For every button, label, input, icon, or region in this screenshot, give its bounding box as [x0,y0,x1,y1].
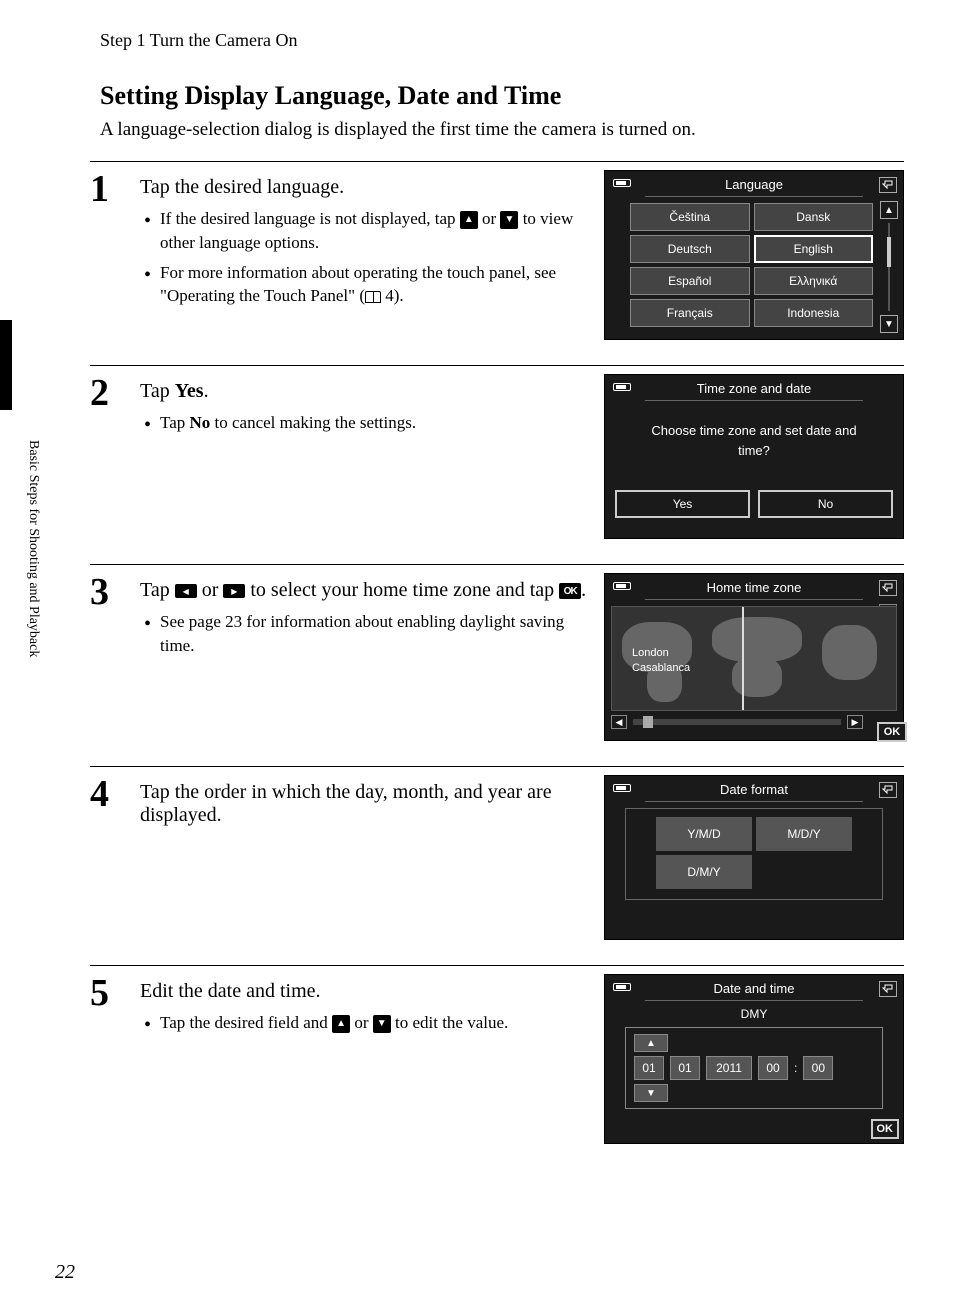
step-3: 3 Tap or to select your home time zone a… [90,564,904,741]
book-icon [365,291,381,303]
date-format-option[interactable]: D/M/Y [656,855,752,889]
screen-title: Date and time [714,981,795,996]
ok-icon [559,583,581,599]
step-5: 5 Edit the date and time. Tap the desire… [90,965,904,1144]
year-field[interactable]: 2011 [706,1056,752,1080]
day-field[interactable]: 01 [634,1056,664,1080]
minute-field[interactable]: 00 [803,1056,833,1080]
screen-title: Time zone and date [697,381,811,396]
step-number: 3 [90,573,140,611]
slider-track[interactable] [633,719,841,725]
step-number: 1 [90,170,140,208]
step-number: 2 [90,374,140,412]
step-bullet: Tap No to cancel making the settings. [160,411,594,435]
language-option[interactable]: Indonesia [754,299,874,327]
step-bullet: Tap the desired field and or to edit the… [160,1011,594,1035]
month-field[interactable]: 01 [670,1056,700,1080]
page-header: Step 1 Turn the Camera On [100,30,904,51]
slider-thumb[interactable] [643,716,653,728]
screen-title: Home time zone [707,580,802,595]
step-1: 1 Tap the desired language. If the desir… [90,161,904,340]
page-number: 22 [55,1261,75,1284]
step-2: 2 Tap Yes. Tap No to cancel making the s… [90,365,904,539]
date-format-screen: Date format Y/M/D M/D/Y D/M/Y [604,775,904,940]
battery-icon [613,383,631,391]
value-up-icon[interactable]: ▲ [634,1034,668,1052]
slider-left-icon[interactable]: ◀ [611,715,627,729]
screen-title: Date format [720,782,788,797]
language-option[interactable]: Español [630,267,750,295]
scroll-down-icon[interactable]: ▼ [880,315,898,333]
language-option[interactable]: Deutsch [630,235,750,263]
back-icon[interactable] [879,177,897,193]
main-heading: Setting Display Language, Date and Time [100,81,904,111]
battery-icon [613,582,631,590]
value-down-icon[interactable]: ▼ [634,1084,668,1102]
page-edge-tab [0,320,12,410]
home-timezone-screen: Home time zone ✲ London Casablanca ◀ ▶ [604,573,904,741]
right-arrow-icon [223,584,245,598]
up-arrow-icon [332,1015,350,1033]
city-label: Casablanca [632,662,690,674]
step-bullet: For more information about operating the… [160,261,594,309]
scroll-up-icon[interactable]: ▲ [880,201,898,219]
down-arrow-icon [373,1015,391,1033]
step-bullet: If the desired language is not displayed… [160,207,594,255]
time-separator: : [794,1061,797,1075]
left-arrow-icon [175,584,197,598]
world-map[interactable]: London Casablanca [611,606,897,711]
step-number: 4 [90,775,140,813]
city-label: London [632,647,669,659]
up-arrow-icon [460,211,478,229]
section-sidebar-label: Basic Steps for Shooting and Playback [25,440,41,657]
step-title: Edit the date and time. [140,980,594,1003]
screen-title: Language [725,177,783,192]
date-order-label: DMY [605,1001,903,1027]
yes-button[interactable]: Yes [615,490,750,518]
step-title: Tap the desired language. [140,176,594,199]
step-title: Tap Yes. [140,380,594,403]
language-option[interactable]: Čeština [630,203,750,231]
language-option[interactable]: Dansk [754,203,874,231]
back-icon[interactable] [879,981,897,997]
step-number: 5 [90,974,140,1012]
ok-button[interactable]: OK [877,722,907,742]
step-title: Tap or to select your home time zone and… [140,579,594,602]
step-4: 4 Tap the order in which the day, month,… [90,766,904,940]
battery-icon [613,784,631,792]
date-time-screen: Date and time DMY ▲ 01 01 2011 00 : 00 ▼… [604,974,904,1144]
date-format-option[interactable]: M/D/Y [756,817,852,851]
scrollbar-track[interactable] [887,223,891,311]
down-arrow-icon [500,211,518,229]
date-format-option[interactable]: Y/M/D [656,817,752,851]
step-title: Tap the order in which the day, month, a… [140,781,594,827]
no-button[interactable]: No [758,490,893,518]
step-bullet: See page 23 for information about enabli… [160,610,594,658]
battery-icon [613,983,631,991]
language-option[interactable]: Français [630,299,750,327]
language-option[interactable]: Ελληνικά [754,267,874,295]
slider-right-icon[interactable]: ▶ [847,715,863,729]
confirm-message: Choose time zone and set date and time? [605,401,903,490]
battery-icon [613,179,631,187]
language-option-selected[interactable]: English [754,235,874,263]
back-icon[interactable] [879,782,897,798]
hour-field[interactable]: 00 [758,1056,788,1080]
scrollbar-thumb[interactable] [887,237,891,267]
timezone-confirm-screen: Time zone and date Choose time zone and … [604,374,904,539]
ok-button[interactable]: OK [871,1119,900,1139]
back-icon[interactable] [879,580,897,596]
language-screen: Language Čeština Dansk Deutsch English E… [604,170,904,340]
intro-text: A language-selection dialog is displayed… [100,119,904,141]
